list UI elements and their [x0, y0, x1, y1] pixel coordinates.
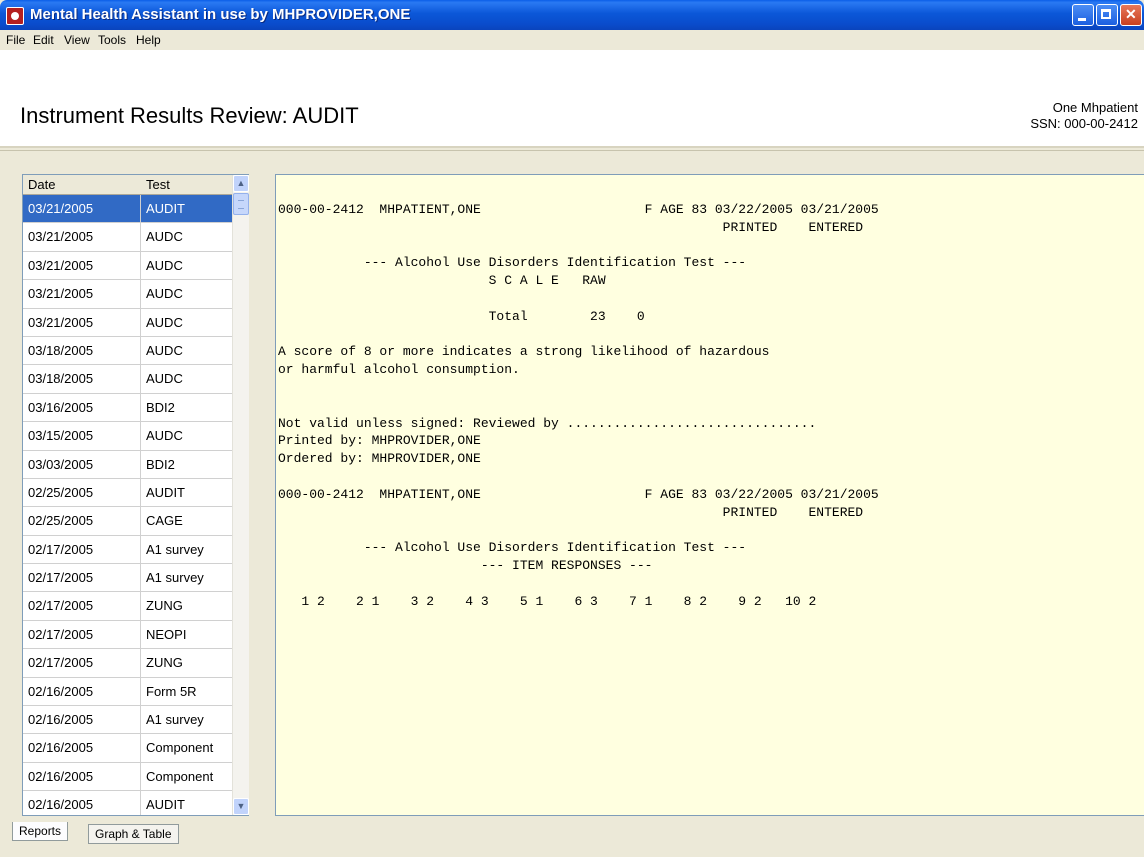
- row-test: AUDIT: [146, 484, 185, 500]
- row-date: 03/18/2005: [28, 371, 94, 387]
- row-date: 02/17/2005: [28, 626, 94, 642]
- list-row[interactable]: 02/17/2005 NEOPI: [23, 620, 233, 650]
- row-date: 02/17/2005: [28, 598, 94, 614]
- title-bar[interactable]: Mental Health Assistant in use by MHPROV…: [0, 0, 1144, 30]
- results-list[interactable]: Date Test 03/21/2005 AUDIT 03/21/2005 AUDC 0…: [22, 174, 250, 816]
- list-row[interactable]: 03/03/2005 BDI2: [23, 450, 233, 479]
- list-scrollbar[interactable]: ▲ ▼: [232, 175, 249, 815]
- row-date: 02/16/2005: [28, 740, 94, 756]
- list-row[interactable]: 02/16/2005 AUDIT: [23, 791, 233, 815]
- row-date: 03/21/2005: [28, 286, 94, 302]
- row-test: AUDC: [146, 229, 183, 245]
- row-test: A1 survey: [146, 570, 204, 586]
- list-row[interactable]: 03/21/2005 AUDC: [23, 223, 233, 252]
- row-date: 03/21/2005: [28, 257, 94, 273]
- tab-graph-table[interactable]: Graph & Table: [88, 824, 179, 844]
- scroll-down-icon[interactable]: ▼: [233, 798, 249, 815]
- patient-name: One Mhpatient: [1052, 100, 1138, 115]
- row-test: AUDC: [146, 342, 183, 358]
- list-header: Date Test: [23, 175, 233, 195]
- row-test: AUDC: [146, 257, 183, 273]
- row-date: 03/03/2005: [28, 456, 94, 472]
- row-test: Component: [146, 768, 214, 784]
- list-row[interactable]: 02/17/2005 ZUNG: [23, 592, 233, 621]
- tab-reports[interactable]: Reports: [12, 822, 69, 841]
- row-date: 03/16/2005: [28, 399, 94, 415]
- list-row[interactable]: 03/18/2005 AUDC: [23, 336, 233, 366]
- row-date: 02/25/2005: [28, 513, 94, 529]
- row-test: AUDC: [146, 371, 183, 387]
- report-pane[interactable]: 000-00-2412 MHPATIENT,ONE F AGE 83 03/22…: [275, 174, 1144, 816]
- row-test: AUDC: [146, 314, 183, 330]
- report-text: 000-00-2412 MHPATIENT,ONE F AGE 83 03/22…: [278, 202, 879, 609]
- maximize-button[interactable]: [1096, 4, 1118, 26]
- list-row[interactable]: 03/21/2005 AUDC: [23, 308, 233, 337]
- patient-ssn: SSN: 000-00-2412: [1030, 116, 1138, 131]
- menu-help[interactable]: Help: [136, 33, 161, 47]
- row-date: 03/15/2005: [28, 428, 94, 444]
- row-date: 03/21/2005: [28, 201, 94, 216]
- menu-bar: File Edit View Tools Help: [0, 30, 1144, 50]
- list-row[interactable]: 03/21/2005 AUDC: [23, 251, 233, 281]
- row-test: Form 5R: [146, 683, 197, 699]
- menu-file[interactable]: File: [6, 33, 25, 47]
- row-test: CAGE: [146, 513, 183, 529]
- row-test: A1 survey: [146, 541, 204, 557]
- row-test: ZUNG: [146, 655, 183, 671]
- column-header-date[interactable]: Date: [28, 177, 55, 192]
- list-row[interactable]: 03/18/2005 AUDC: [23, 365, 233, 394]
- list-row[interactable]: 03/16/2005 BDI2: [23, 393, 233, 423]
- row-date: 02/16/2005: [28, 712, 94, 728]
- tab-graph-table-label: Graph & Table: [95, 827, 172, 841]
- row-date: 02/16/2005: [28, 768, 94, 784]
- page-header: Instrument Results Review: AUDIT One Mhp…: [0, 50, 1144, 148]
- row-test: ZUNG: [146, 598, 183, 614]
- menu-tools[interactable]: Tools: [98, 33, 126, 47]
- row-test: A1 survey: [146, 712, 204, 728]
- row-date: 02/16/2005: [28, 797, 94, 813]
- scroll-thumb[interactable]: [233, 193, 249, 215]
- page-title: Instrument Results Review: AUDIT: [20, 103, 359, 128]
- minimize-button[interactable]: [1072, 4, 1094, 26]
- row-date: 02/25/2005: [28, 484, 94, 500]
- row-test: NEOPI: [146, 626, 187, 642]
- close-button[interactable]: [1120, 4, 1142, 26]
- row-test: BDI2: [146, 399, 175, 415]
- list-row[interactable]: 02/17/2005 A1 survey: [23, 535, 233, 565]
- row-date: 02/16/2005: [28, 683, 94, 699]
- app-icon[interactable]: [6, 7, 24, 25]
- list-row[interactable]: 03/21/2005 AUDC: [23, 280, 233, 309]
- row-test: Component: [146, 740, 214, 756]
- list-row[interactable]: 02/25/2005 AUDIT: [23, 478, 233, 508]
- menu-edit[interactable]: Edit: [33, 33, 54, 47]
- scroll-up-icon[interactable]: ▲: [233, 175, 249, 192]
- list-rows: 03/21/2005 AUDIT 03/21/2005 AUDC 03/21/2005 A…: [23, 195, 233, 815]
- list-row[interactable]: 03/15/2005 AUDC: [23, 422, 233, 451]
- row-date: 02/17/2005: [28, 655, 94, 671]
- row-date: 03/21/2005: [28, 314, 94, 330]
- column-header-test[interactable]: Test: [146, 177, 170, 192]
- list-row[interactable]: 02/16/2005 A1 survey: [23, 706, 233, 735]
- list-row[interactable]: 02/17/2005 ZUNG: [23, 649, 233, 678]
- row-test: AUDIT: [146, 797, 185, 813]
- row-date: 03/18/2005: [28, 342, 94, 358]
- panel-splitter[interactable]: [249, 170, 269, 820]
- row-test: AUDIT: [146, 201, 185, 216]
- menu-view[interactable]: View: [64, 33, 90, 47]
- row-date: 02/17/2005: [28, 541, 94, 557]
- row-test: BDI2: [146, 456, 175, 472]
- row-date: 02/17/2005: [28, 570, 94, 586]
- list-row[interactable]: 02/17/2005 A1 survey: [23, 564, 233, 593]
- window-title: Mental Health Assistant in use by MHPROV…: [30, 6, 411, 23]
- tab-reports-label: Reports: [19, 824, 62, 838]
- row-test: AUDC: [146, 286, 183, 302]
- row-date: 03/21/2005: [28, 229, 94, 245]
- list-row[interactable]: 03/21/2005 AUDIT: [23, 195, 233, 224]
- list-row[interactable]: 02/16/2005 Component: [23, 734, 233, 763]
- list-row[interactable]: 02/25/2005 CAGE: [23, 507, 233, 536]
- list-row[interactable]: 02/16/2005 Component: [23, 762, 233, 792]
- list-row[interactable]: 02/16/2005 Form 5R: [23, 677, 233, 707]
- row-test: AUDC: [146, 428, 183, 444]
- header-separator: [0, 150, 1144, 155]
